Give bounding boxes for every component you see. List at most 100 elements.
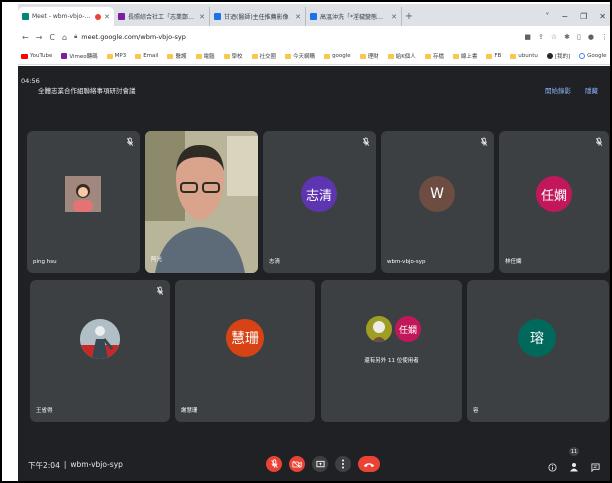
tab-4[interactable]: 高溫沖洗「*淫穢變態行為」 ✕ xyxy=(306,7,402,26)
bookmark-item[interactable]: 理財 xyxy=(359,52,379,60)
window-controls: ˅ − ❐ ✕ xyxy=(545,7,610,26)
current-time: 下午2:04 xyxy=(28,461,60,470)
bookmark-item[interactable]: 醫護 xyxy=(167,52,187,60)
bookmark-label: MP3 xyxy=(114,53,127,59)
participant-name: ping hsu xyxy=(33,259,57,265)
header-actions: 開始錄影 隱藏 xyxy=(545,85,598,95)
tab-3[interactable]: 甘迺(醫師)主任推薦影像 ✕ xyxy=(210,7,306,26)
folder-icon xyxy=(486,53,493,59)
bookmark-label: Google xyxy=(587,53,607,59)
leave-call-button[interactable] xyxy=(358,456,380,472)
person-photo-icon xyxy=(80,319,120,359)
tab-2[interactable]: 長照綜合社工「志業鄭重行卡(2)」 ✕ xyxy=(114,7,210,26)
participant-tile[interactable]: 瑢 容 xyxy=(467,280,609,422)
participant-tile[interactable]: W wbm-vbjo-syp xyxy=(381,131,494,273)
bookmark-item[interactable]: 社交圈 xyxy=(251,52,276,60)
folder-icon xyxy=(452,53,459,59)
meet-favicon-icon xyxy=(22,13,29,20)
info-icon xyxy=(548,463,557,472)
restore-icon[interactable]: ❐ xyxy=(580,12,587,21)
mic-toggle-button[interactable] xyxy=(266,456,282,472)
participant-tile[interactable]: 任嫻 林任嫻 xyxy=(499,131,609,273)
sidebar-icon[interactable]: ▯ xyxy=(577,33,581,41)
folder-icon xyxy=(324,53,331,59)
menu-kebab-icon[interactable]: ⋮ xyxy=(601,33,608,41)
participant-name: 容 xyxy=(473,408,479,414)
elapsed-time: 04:56 xyxy=(21,77,40,85)
extensions-icon[interactable]: ✱ xyxy=(564,33,570,41)
bookmark-item[interactable]: 今天網購 xyxy=(285,52,315,60)
bookmark-item[interactable]: YouTube xyxy=(21,53,52,59)
bookmark-item[interactable]: Vimeo轉碼 xyxy=(61,52,98,60)
forward-arrow-icon[interactable]: → xyxy=(36,33,43,42)
bookmark-item[interactable]: 電腦 xyxy=(195,52,215,60)
hide-link[interactable]: 隱藏 xyxy=(585,85,598,95)
mic-off-icon xyxy=(362,137,370,146)
bookmark-item[interactable]: 給K個人 xyxy=(387,52,416,60)
folder-icon xyxy=(387,53,394,59)
tab-title: 長照綜合社工「志業鄭重行卡(2)」 xyxy=(128,14,196,21)
others-group-tile[interactable]: 任嫻 還有另外 11 位使用者 xyxy=(321,280,462,422)
avatar-photo xyxy=(366,316,392,342)
share-icon[interactable]: ⇪ xyxy=(538,33,544,41)
avatar-initials: 任嫻 xyxy=(395,316,421,342)
participant-tile[interactable]: 志清 志清 xyxy=(263,131,376,273)
bookmark-item[interactable]: ubuntu xyxy=(510,53,538,59)
start-recording-link[interactable]: 開始錄影 xyxy=(545,85,571,95)
bookmark-item[interactable]: Email xyxy=(135,53,158,59)
screenshot-frame: Meet - wbm-vbjo-syp ✕ 長照綜合社工「志業鄭重行卡(2)」 … xyxy=(0,0,612,483)
close-tab-icon[interactable]: ✕ xyxy=(199,13,205,21)
bookmark-item[interactable]: FB xyxy=(486,53,501,59)
participant-tile[interactable]: ping hsu xyxy=(27,131,140,273)
participant-video-tile[interactable]: 阿光 xyxy=(145,131,258,273)
people-button[interactable]: 11 xyxy=(569,447,579,476)
mic-off-icon xyxy=(156,286,164,295)
tab-search-icon[interactable]: ˅ xyxy=(545,12,549,21)
bookmark-label: google xyxy=(332,53,351,59)
participant-tile[interactable]: 王省得 xyxy=(30,280,170,422)
camera-indicator-icon[interactable]: ■ xyxy=(524,33,531,41)
bookmark-item[interactable]: 線上書 xyxy=(452,52,477,60)
address-bar-row: ← → C ⌂ 🔒︎ meet.google.com/wbm-vbjo-syp … xyxy=(18,26,610,48)
bookmark-label: Vimeo轉碼 xyxy=(69,54,98,60)
bookmark-item[interactable]: [我的] xyxy=(546,52,570,60)
close-tab-icon[interactable]: ✕ xyxy=(391,13,397,21)
video-feed-icon xyxy=(145,131,258,273)
reload-icon[interactable]: C xyxy=(49,33,55,42)
tab-meet[interactable]: Meet - wbm-vbjo-syp ✕ xyxy=(18,7,114,26)
bookmark-star-icon[interactable]: ☆ xyxy=(551,33,557,41)
present-screen-button[interactable] xyxy=(312,456,328,472)
others-count-label: 還有另外 11 位使用者 xyxy=(364,358,419,364)
more-options-button[interactable] xyxy=(335,456,351,472)
bookmark-item[interactable]: Google xyxy=(579,53,607,59)
chat-button[interactable] xyxy=(591,457,600,476)
tab-title: 甘迺(醫師)主任推薦影像 xyxy=(224,14,289,21)
home-icon[interactable]: ⌂ xyxy=(62,33,67,42)
participant-name: 志清 xyxy=(269,259,281,265)
close-tab-icon[interactable]: ✕ xyxy=(295,13,301,21)
participant-tile[interactable]: 慧珊 謝慧珊 xyxy=(175,280,315,422)
meeting-details-button[interactable] xyxy=(548,457,557,476)
url-field[interactable]: 🔒︎ meet.google.com/wbm-vbjo-syp xyxy=(74,29,517,45)
close-window-icon[interactable]: ✕ xyxy=(599,12,606,21)
meeting-info: 下午2:04 | wbm-vbjo-syp xyxy=(28,460,123,471)
bookmark-item[interactable]: MP3 xyxy=(106,53,127,59)
bookmarks-bar: YouTube Vimeo轉碼 MP3 Email 醫護 電腦 學校 社交圈 今天網購 googl… xyxy=(18,48,610,65)
participant-name: 謝慧珊 xyxy=(181,408,198,414)
bookmark-label: 存檔 xyxy=(432,54,444,60)
bookmark-item[interactable]: 學校 xyxy=(223,52,243,60)
minimize-icon[interactable]: − xyxy=(561,12,568,21)
bookmark-label: YouTube xyxy=(30,53,53,59)
site-favicon-icon xyxy=(118,13,125,20)
avatar-initials: 志清 xyxy=(301,176,337,212)
new-tab-button[interactable]: + xyxy=(402,7,416,26)
bookmark-label: FB xyxy=(494,53,502,59)
bookmark-item[interactable]: 存檔 xyxy=(424,52,444,60)
profile-icon[interactable]: ● xyxy=(588,33,594,41)
back-arrow-icon[interactable]: ← xyxy=(22,33,29,42)
google-icon xyxy=(579,53,586,59)
bookmark-item[interactable]: google xyxy=(324,53,351,59)
folder-icon xyxy=(359,53,366,59)
camera-toggle-button[interactable] xyxy=(289,456,305,472)
close-tab-icon[interactable]: ✕ xyxy=(104,13,110,21)
